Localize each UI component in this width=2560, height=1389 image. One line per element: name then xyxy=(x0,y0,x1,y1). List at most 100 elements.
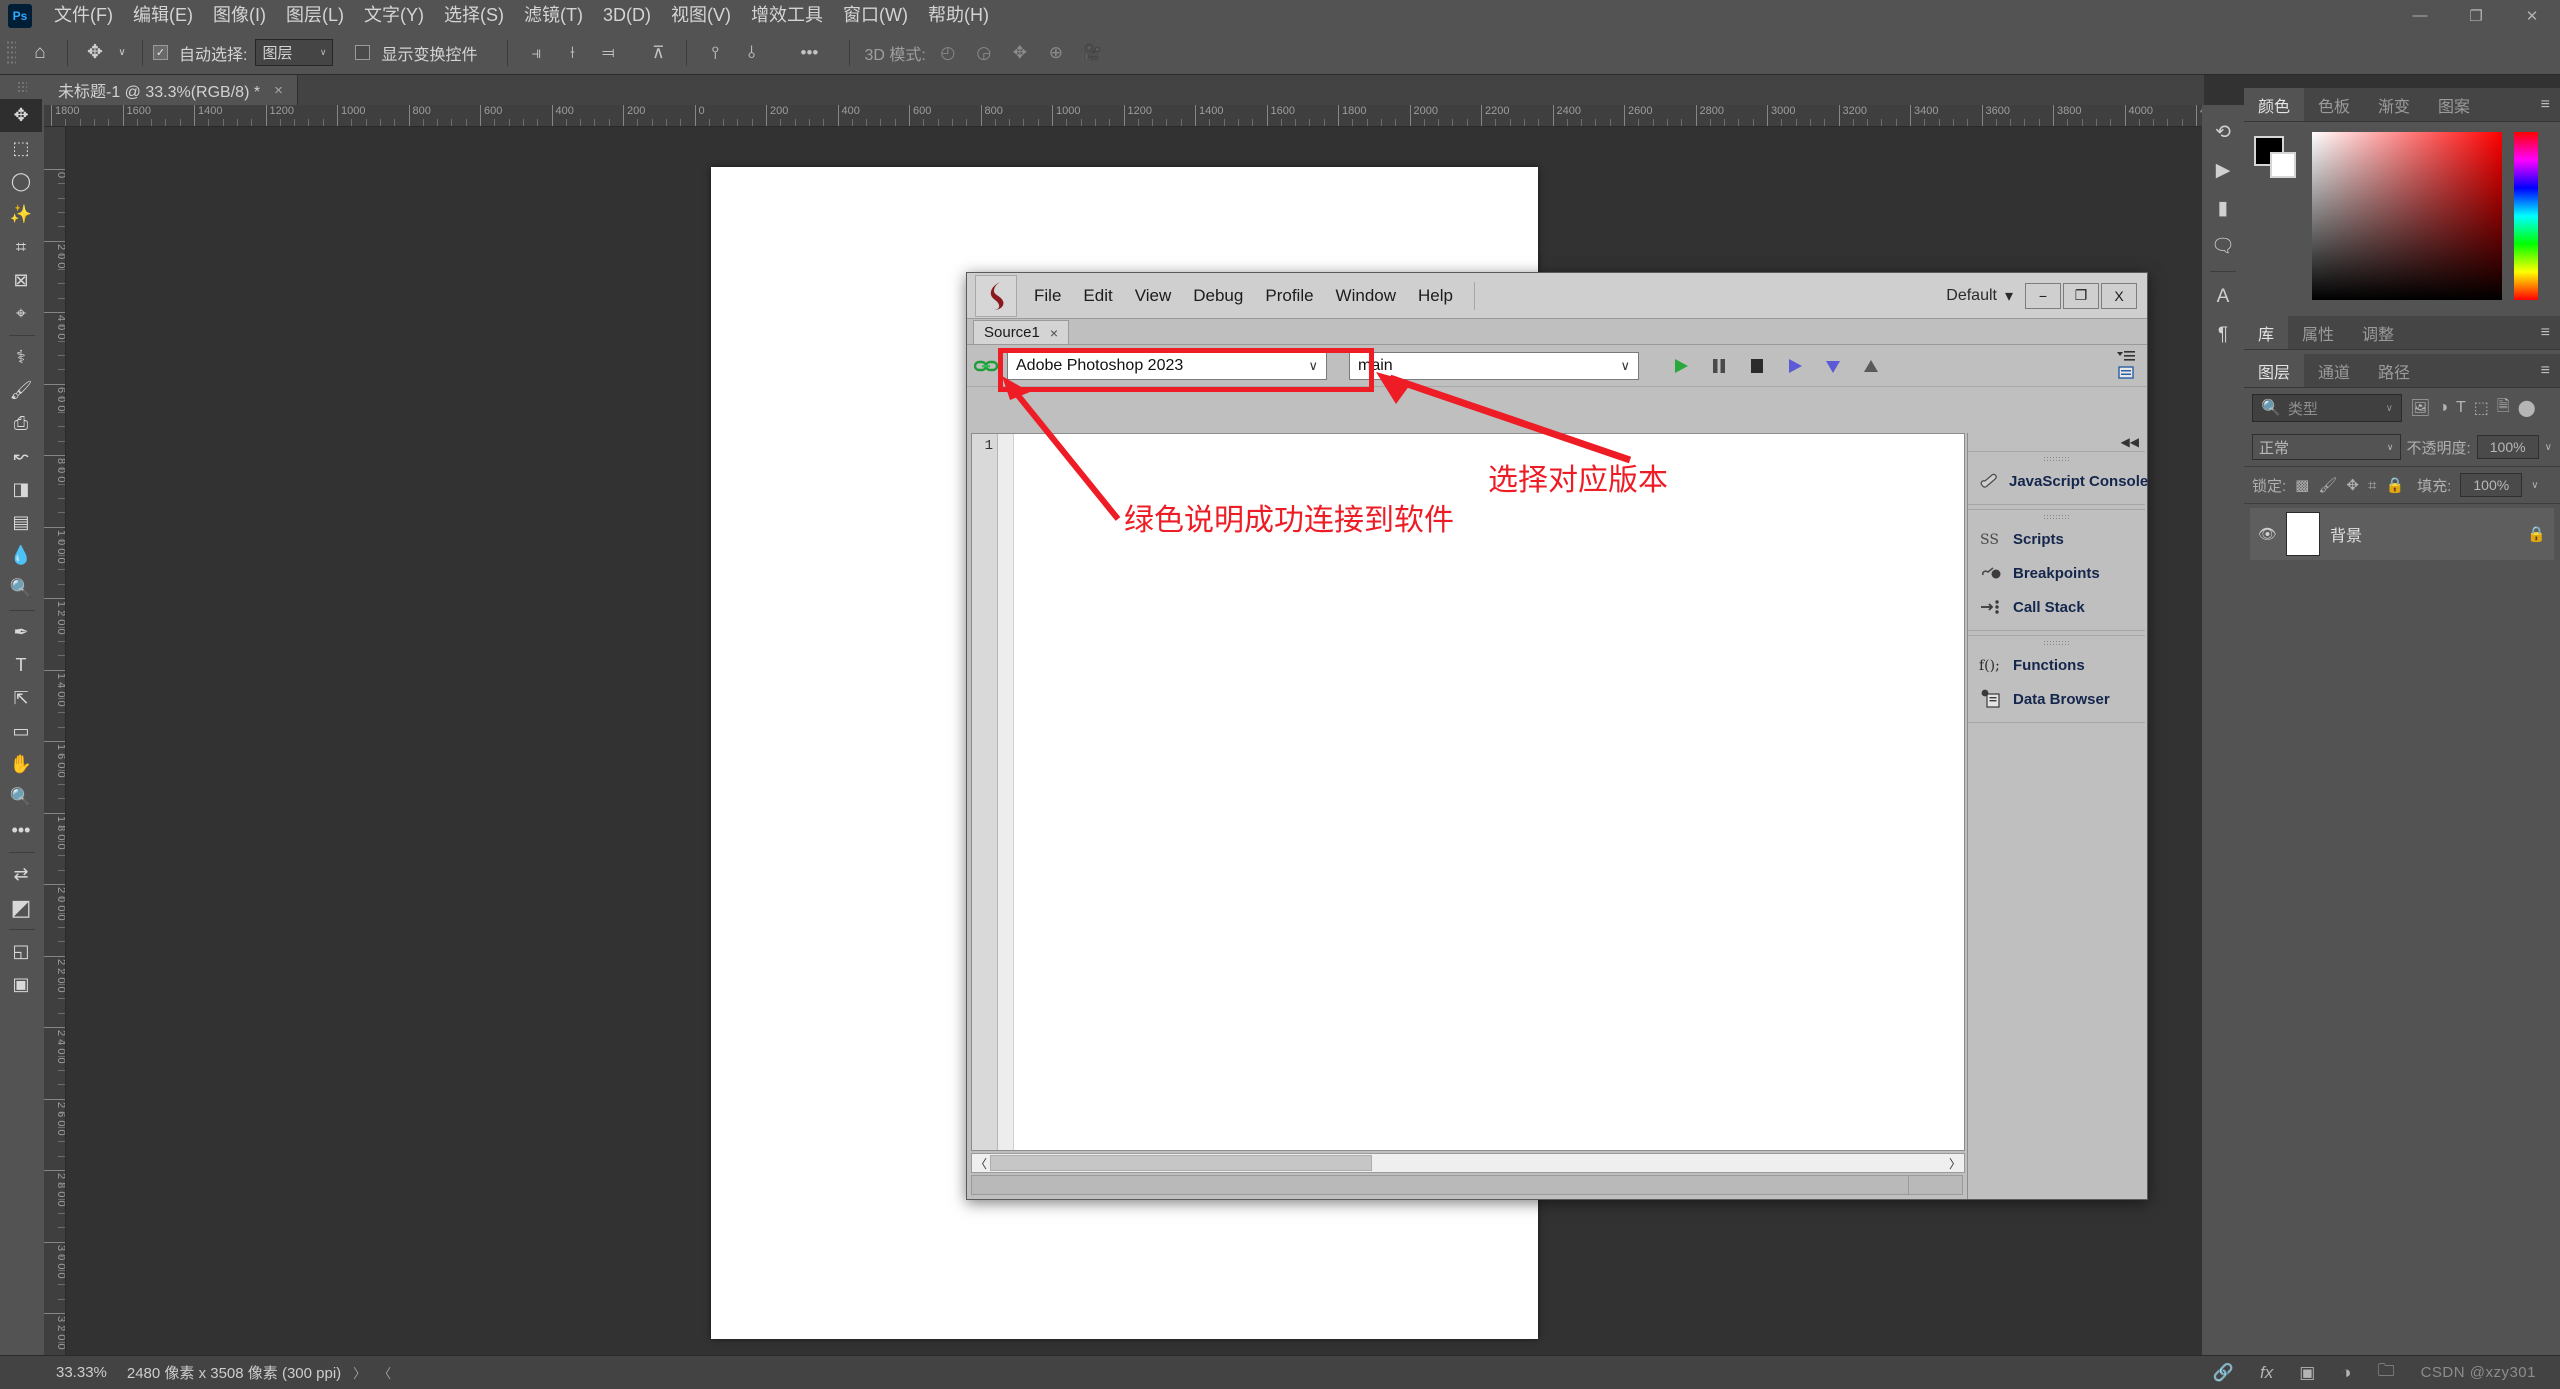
more-options-icon[interactable]: ••• xyxy=(791,38,827,68)
crop-tool[interactable]: ⌗ xyxy=(0,231,42,264)
gradient-tool[interactable]: ▤ xyxy=(0,506,42,539)
distribute-horizontal-icon[interactable]: ⫰ xyxy=(733,38,769,68)
hand-tool[interactable]: ✋ xyxy=(0,748,42,781)
edit-toolbar-icon[interactable]: ••• xyxy=(0,814,42,847)
presets-icon[interactable]: ▮ xyxy=(2202,189,2244,227)
roll-3d-icon[interactable]: ◶ xyxy=(966,38,1002,68)
menu-item-layer[interactable]: 图层(L) xyxy=(276,0,354,31)
panel-grip[interactable] xyxy=(1968,636,2145,648)
filter-adjustment-icon[interactable]: ◑ xyxy=(2438,399,2448,417)
adjustment-layer-icon[interactable]: ◑ xyxy=(2341,1363,2351,1383)
document-tab[interactable]: 未标题-1 @ 33.3%(RGB/8) * × xyxy=(44,75,298,105)
menu-item-file[interactable]: 文件(F) xyxy=(44,0,123,31)
paragraph-panel-icon[interactable]: ¶ xyxy=(2202,316,2244,354)
estk-menu-profile[interactable]: Profile xyxy=(1254,273,1324,319)
estk-menu-view[interactable]: View xyxy=(1124,273,1183,319)
tab-color[interactable]: 颜色 xyxy=(2244,88,2305,121)
brush-tool[interactable]: 🖌 xyxy=(0,374,42,407)
estk-panel-javascript-console[interactable]: JavaScript Console xyxy=(1968,464,2148,498)
step-over-icon[interactable] xyxy=(1783,354,1807,378)
tab-swatches[interactable]: 色板 xyxy=(2304,88,2364,121)
tab-adjustments[interactable]: 调整 xyxy=(2348,316,2408,349)
distribute-vertical-icon[interactable]: ⫯ xyxy=(697,38,733,68)
add-mask-icon[interactable]: ▣ xyxy=(2299,1363,2315,1383)
lock-position-icon[interactable]: ✥ xyxy=(2346,476,2359,494)
lock-transparency-icon[interactable]: ▩ xyxy=(2295,476,2309,494)
blend-mode-dropdown[interactable]: 正常 ∨ xyxy=(2252,434,2401,460)
move-tool-icon[interactable]: ✥ xyxy=(78,38,112,68)
filter-type-icon[interactable]: T xyxy=(2456,399,2466,417)
status-collapse-icon[interactable]: 〈 xyxy=(378,1363,391,1382)
clone-stamp-tool[interactable]: ⎙ xyxy=(0,407,42,440)
layer-visibility-icon[interactable]: 👁 xyxy=(2258,525,2277,543)
tab-libraries[interactable]: 库 xyxy=(2244,316,2289,349)
estk-panel-functions[interactable]: f(); Functions xyxy=(1968,648,2145,682)
screen-mode-icon[interactable]: ▣ xyxy=(0,968,42,1001)
eraser-tool[interactable]: ◨ xyxy=(0,473,42,506)
tab-paths[interactable]: 路径 xyxy=(2364,354,2424,387)
estk-maximize-icon[interactable]: ❐ xyxy=(2063,282,2099,309)
function-scope-dropdown[interactable]: main ∨ xyxy=(1349,351,1639,380)
filter-toggle-switch[interactable]: ⬤ xyxy=(2518,398,2536,418)
home-icon[interactable]: ⌂ xyxy=(23,38,57,68)
zoom-level[interactable]: 33.33% xyxy=(56,1364,107,1381)
panel-grip[interactable] xyxy=(1968,452,2145,464)
fx-icon[interactable]: fx xyxy=(2260,1363,2273,1383)
actions-icon[interactable]: ▶ xyxy=(2202,151,2244,189)
estk-panel-breakpoints[interactable]: Breakpoints xyxy=(1968,556,2145,590)
zoom-tool[interactable]: 🔍 xyxy=(0,781,42,814)
foreground-background-swatch[interactable]: ◩ xyxy=(0,891,42,924)
hue-slider[interactable] xyxy=(2514,132,2538,300)
menu-item-select[interactable]: 选择(S) xyxy=(434,0,514,31)
history-icon[interactable]: ⟲ xyxy=(2202,113,2244,151)
align-top-icon[interactable]: ⊼ xyxy=(640,38,676,68)
scrollbar-thumb[interactable] xyxy=(990,1155,1372,1171)
rectangle-tool[interactable]: ▭ xyxy=(0,715,42,748)
estk-panel-scripts[interactable]: SS Scripts xyxy=(1968,522,2145,556)
scroll-left-icon[interactable]: 〈 xyxy=(972,1155,990,1172)
panel-menu-icon[interactable]: ≡ xyxy=(2531,354,2560,387)
estk-menu-help[interactable]: Help xyxy=(1407,273,1464,319)
menu-item-type[interactable]: 文字(Y) xyxy=(354,0,434,31)
pen-tool[interactable]: ✒ xyxy=(0,616,42,649)
status-expand-icon[interactable]: 〉 xyxy=(353,1363,366,1382)
script-editor[interactable]: 1 xyxy=(971,433,1965,1151)
tab-layers[interactable]: 图层 xyxy=(2244,354,2305,387)
scroll-right-icon[interactable]: 〉 xyxy=(1946,1155,1964,1172)
pan-3d-icon[interactable]: ✥ xyxy=(1002,38,1038,68)
magic-wand-tool[interactable]: ✨ xyxy=(0,198,42,231)
panel-menu-icon[interactable]: ≡ xyxy=(2531,88,2560,121)
lock-all-icon[interactable]: 🔒 xyxy=(2385,476,2404,494)
new-group-icon[interactable]: 🗀 xyxy=(2378,1358,2395,1387)
step-into-icon[interactable] xyxy=(1821,354,1845,378)
opacity-value[interactable]: 100% xyxy=(2476,435,2539,459)
filter-smart-object-icon[interactable]: 🗎 xyxy=(2497,395,2510,422)
comments-icon[interactable]: 🗨 xyxy=(2202,227,2244,265)
tab-gradients[interactable]: 渐变 xyxy=(2364,88,2424,121)
editor-horizontal-scrollbar[interactable]: 〈 〉 xyxy=(971,1153,1965,1173)
auto-select-checkbox[interactable]: ✓ xyxy=(153,45,168,60)
menu-item-filter[interactable]: 滤镜(T) xyxy=(514,0,593,31)
menu-item-view[interactable]: 视图(V) xyxy=(661,0,741,31)
estk-panel-menu-icon[interactable] xyxy=(2117,351,2141,380)
type-tool[interactable]: T xyxy=(0,649,42,682)
stop-icon[interactable] xyxy=(1745,354,1769,378)
estk-panel-call-stack[interactable]: Call Stack xyxy=(1968,590,2145,624)
restore-icon[interactable]: ❐ xyxy=(2448,0,2504,31)
workspace-selector[interactable]: Default ▾ xyxy=(1946,286,2025,306)
layer-name[interactable]: 背景 xyxy=(2330,522,2362,546)
menu-item-help[interactable]: 帮助(H) xyxy=(918,0,999,31)
filter-shape-icon[interactable]: ⬚ xyxy=(2474,398,2489,418)
color-swatches[interactable] xyxy=(2254,136,2300,178)
lock-image-icon[interactable]: 🖌 xyxy=(2318,476,2337,494)
estk-panel-data-browser[interactable]: Data Browser xyxy=(1968,682,2145,716)
pause-icon[interactable] xyxy=(1707,354,1731,378)
eyedropper-tool[interactable]: ⌖ xyxy=(0,297,42,330)
align-center-horizontal-icon[interactable]: ⟊ xyxy=(554,38,590,68)
link-layers-icon[interactable]: 🔗 xyxy=(2213,1363,2234,1383)
slide-3d-icon[interactable]: ⊕ xyxy=(1038,38,1074,68)
estk-title-bar[interactable]: File Edit View Debug Profile Window Help… xyxy=(967,273,2147,319)
menu-item-edit[interactable]: 编辑(E) xyxy=(123,0,203,31)
auto-select-scope-dropdown[interactable]: 图层 ∨ xyxy=(255,39,334,66)
align-left-icon[interactable]: ⫣ xyxy=(518,38,554,68)
